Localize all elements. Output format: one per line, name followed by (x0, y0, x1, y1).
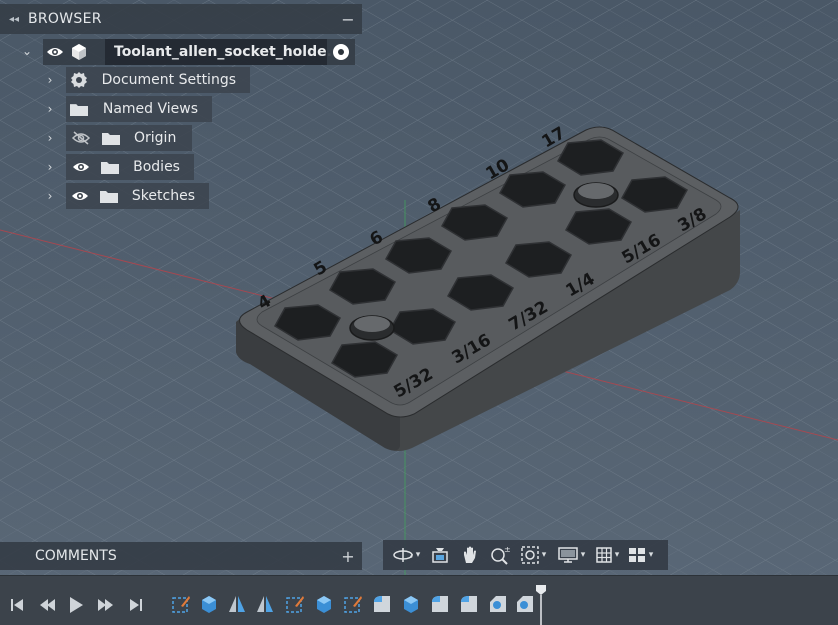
browser-title: BROWSER (28, 11, 102, 27)
chevron-right-icon[interactable]: › (43, 183, 57, 209)
mirror-icon[interactable] (254, 593, 276, 615)
chevron-right-icon[interactable]: › (43, 96, 57, 122)
fit-window-icon[interactable]: ▾ (515, 540, 551, 570)
root-visibility-box (43, 39, 105, 65)
folder-icon (66, 96, 93, 122)
minus-icon[interactable]: − (334, 10, 362, 29)
svg-text:±: ± (504, 545, 511, 554)
fillet-icon[interactable] (371, 593, 393, 615)
chamfer-icon[interactable] (487, 593, 509, 615)
chevron-right-icon[interactable]: › (43, 154, 57, 180)
eye-icon[interactable] (66, 183, 95, 209)
browser-item-sketches[interactable]: Sketches (66, 183, 209, 209)
eye-hidden-icon[interactable] (66, 125, 96, 151)
browser-item-label: Document Settings (101, 72, 236, 88)
mirror-icon[interactable] (226, 593, 248, 615)
fillet-icon[interactable] (429, 593, 451, 615)
extrude-icon[interactable] (400, 593, 422, 615)
sketch-icon[interactable] (170, 593, 192, 615)
extrude-icon[interactable] (198, 593, 220, 615)
chevron-right-icon[interactable]: › (43, 67, 57, 93)
browser-item-bodies[interactable]: Bodies (66, 154, 194, 180)
comments-panel[interactable]: COMMENTS + (0, 542, 362, 570)
timeline-marker[interactable] (536, 585, 546, 625)
chevron-right-icon[interactable]: › (43, 125, 57, 151)
zoom-icon[interactable]: ± (485, 540, 515, 570)
grid-icon[interactable]: ▾ (591, 540, 623, 570)
sketch-icon[interactable] (342, 593, 364, 615)
orbit-icon[interactable]: ▾ (387, 540, 425, 570)
eye-icon[interactable] (66, 154, 96, 180)
gear-icon (66, 67, 92, 93)
browser-item-label: Sketches (131, 188, 195, 204)
browser-item-label: Bodies (133, 159, 180, 175)
look-at-icon[interactable] (425, 540, 455, 570)
chevron-down-icon[interactable]: ⌄ (20, 38, 34, 64)
component-cube-icon (67, 39, 91, 65)
fillet-icon[interactable] (458, 593, 480, 615)
root-component-row[interactable]: Toolant_allen_socket_holde... (105, 39, 343, 65)
activate-radio-box[interactable] (327, 39, 355, 65)
step-forward-icon[interactable] (96, 595, 116, 615)
pan-hand-icon[interactable] (455, 540, 485, 570)
browser-item-origin[interactable]: Origin (66, 125, 192, 151)
browser-item-label: Named Views (102, 101, 198, 117)
browser-item-label: Origin (134, 130, 177, 146)
activate-radio-icon[interactable] (333, 44, 349, 60)
browser-header: ◂◂ BROWSER − (0, 4, 362, 34)
folder-icon (95, 183, 124, 209)
go-to-end-icon[interactable] (127, 595, 145, 615)
display-settings-icon[interactable]: ▾ (551, 540, 591, 570)
comments-title: COMMENTS (35, 548, 117, 564)
3d-viewport[interactable]: 4 5 6 8 10 17 5/32 3/16 7/32 1/4 5/16 3/… (0, 0, 838, 625)
go-to-start-icon[interactable] (8, 595, 26, 615)
folder-icon (96, 125, 126, 151)
extrude-icon[interactable] (313, 593, 335, 615)
eye-icon[interactable] (43, 39, 67, 65)
plus-icon[interactable]: + (334, 547, 362, 566)
step-back-icon[interactable] (37, 595, 57, 615)
double-chevron-left-icon[interactable]: ◂◂ (0, 14, 28, 25)
root-component-label: Toolant_allen_socket_holde... (114, 44, 343, 60)
navigation-toolbar: ▾ ± ▾ ▾ ▾ ▾ (383, 540, 668, 570)
play-icon[interactable] (67, 595, 85, 615)
chamfer-icon[interactable] (514, 593, 536, 615)
browser-item-document-settings[interactable]: Document Settings (66, 67, 250, 93)
browser-item-named-views[interactable]: Named Views (66, 96, 212, 122)
sketch-icon[interactable] (284, 593, 306, 615)
viewports-icon[interactable]: ▾ (623, 540, 657, 570)
folder-icon (96, 154, 126, 180)
